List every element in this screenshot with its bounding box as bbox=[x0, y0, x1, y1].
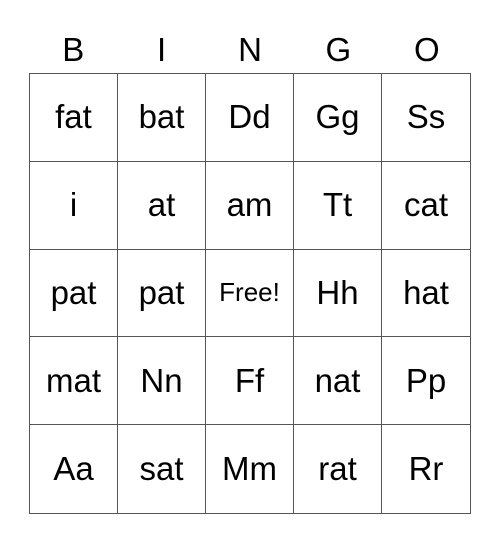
bingo-cell[interactable]: cat bbox=[382, 161, 470, 250]
bingo-cell[interactable]: pat bbox=[118, 249, 206, 338]
free-space-cell[interactable]: Free! bbox=[206, 249, 294, 338]
bingo-cell[interactable]: Hh bbox=[294, 249, 382, 338]
bingo-cell[interactable]: at bbox=[118, 161, 206, 250]
bingo-cell[interactable]: Rr bbox=[382, 425, 470, 513]
bingo-cell[interactable]: Gg bbox=[294, 74, 382, 162]
bingo-cell[interactable]: sat bbox=[118, 425, 206, 513]
bingo-cell[interactable]: bat bbox=[118, 74, 206, 162]
bingo-cell[interactable]: fat bbox=[30, 74, 118, 162]
bingo-cell[interactable]: nat bbox=[294, 337, 382, 426]
bingo-cell[interactable]: Dd bbox=[206, 74, 294, 162]
bingo-cell[interactable]: Tt bbox=[294, 161, 382, 250]
bingo-cell[interactable]: Ss bbox=[382, 74, 470, 162]
bingo-cell[interactable]: Pp bbox=[382, 337, 470, 426]
bingo-cell[interactable]: hat bbox=[382, 249, 470, 338]
bingo-cell[interactable]: Aa bbox=[30, 425, 118, 513]
header-letter-b: B bbox=[62, 31, 85, 68]
header-letter-n: N bbox=[238, 31, 262, 68]
bingo-cell[interactable]: am bbox=[206, 161, 294, 250]
bingo-cell[interactable]: Mm bbox=[206, 425, 294, 513]
bingo-cell[interactable]: rat bbox=[294, 425, 382, 513]
bingo-grid: fat bat Dd Gg Ss i at am Tt cat pat pat … bbox=[29, 73, 471, 514]
bingo-cell[interactable]: pat bbox=[30, 249, 118, 338]
bingo-header: B I N G O bbox=[29, 28, 471, 72]
bingo-cell[interactable]: Nn bbox=[118, 337, 206, 426]
header-letter-o: O bbox=[413, 31, 440, 68]
header-letter-i: I bbox=[157, 31, 167, 68]
header-letter-g: G bbox=[325, 31, 352, 68]
bingo-cell[interactable]: mat bbox=[30, 337, 118, 426]
bingo-cell[interactable]: Ff bbox=[206, 337, 294, 426]
bingo-cell[interactable]: i bbox=[30, 161, 118, 250]
